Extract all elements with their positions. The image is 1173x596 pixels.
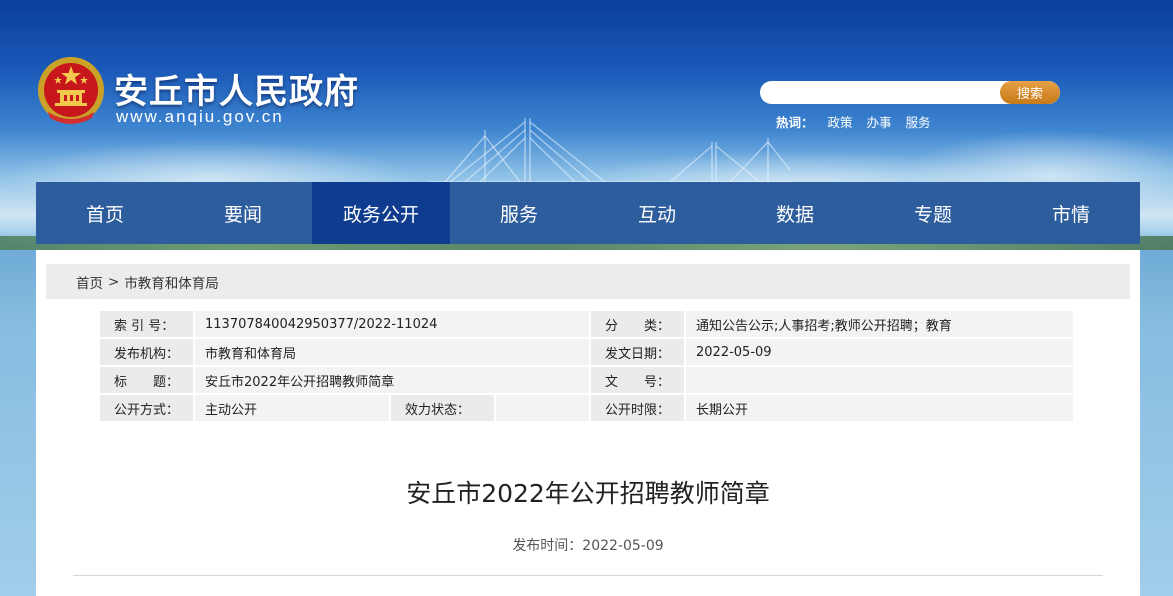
- issue-date-value: 2022-05-09: [686, 339, 1073, 365]
- category-label: 分 类：: [591, 311, 686, 337]
- search-input[interactable]: [770, 81, 1000, 104]
- publisher-label: 发布机构：: [100, 339, 195, 365]
- meta-row: 索 引 号： 113707840042950377/2022-11024 分 类…: [100, 311, 1075, 339]
- main-nav: 首页 要闻 政务公开 服务 互动 数据 专题 市情: [36, 182, 1140, 244]
- nav-item-city-info[interactable]: 市情: [1002, 182, 1140, 244]
- nav-item-gov-affairs[interactable]: 政务公开: [312, 182, 450, 244]
- validity-status-label: 效力状态：: [391, 395, 496, 421]
- meta-row: 发布机构： 市教育和体育局 发文日期： 2022-05-09: [100, 339, 1075, 367]
- article-title: 安丘市2022年公开招聘教师简章: [406, 479, 770, 508]
- hotwords-label: 热词：: [776, 115, 814, 130]
- meta-row: 标 题： 安丘市2022年公开招聘教师简章 文 号：: [100, 367, 1075, 395]
- category-value: 通知公告公示;人事招考;教师公开招聘；教育: [686, 311, 1073, 337]
- open-period-label: 公开时限：: [591, 395, 686, 421]
- breadcrumb: 首页 > 市教育和体育局: [46, 264, 1130, 299]
- hotword-link-service[interactable]: 服务: [906, 112, 931, 131]
- nav-item-topics[interactable]: 专题: [864, 182, 1002, 244]
- site-url: www.anqiu.gov.cn: [116, 107, 284, 126]
- national-emblem-logo: [38, 57, 104, 124]
- title-label: 标 题：: [100, 367, 195, 393]
- open-mode-value: 主动公开: [195, 395, 391, 421]
- open-mode-label: 公开方式：: [100, 395, 195, 421]
- index-number-value: 113707840042950377/2022-11024: [195, 311, 591, 337]
- breadcrumb-home-link[interactable]: 首页: [76, 272, 103, 292]
- hotword-link-policy[interactable]: 政策: [828, 112, 853, 131]
- divider: [73, 575, 1103, 576]
- index-number-label: 索 引 号：: [100, 311, 195, 337]
- hotwords: 热词： 政策 办事 服务: [776, 112, 931, 131]
- nav-item-home[interactable]: 首页: [36, 182, 174, 244]
- issue-date-label: 发文日期：: [591, 339, 686, 365]
- document-metadata-table: 索 引 号： 113707840042950377/2022-11024 分 类…: [100, 311, 1075, 423]
- nav-item-service[interactable]: 服务: [450, 182, 588, 244]
- validity-status-value: [496, 395, 591, 421]
- publish-time: 发布时间：2022-05-09: [512, 538, 664, 554]
- nav-item-interaction[interactable]: 互动: [588, 182, 726, 244]
- bridge-illustration: [430, 118, 790, 185]
- content-panel: 首页 > 市教育和体育局 索 引 号： 113707840042950377/2…: [36, 250, 1140, 596]
- nav-item-data[interactable]: 数据: [726, 182, 864, 244]
- breadcrumb-current-link[interactable]: 市教育和体育局: [124, 272, 219, 292]
- document-number-label: 文 号：: [591, 367, 686, 393]
- site-title: 安丘市人民政府: [114, 72, 359, 112]
- hotword-link-affairs[interactable]: 办事: [867, 112, 892, 131]
- search-bar: 搜索: [760, 81, 1060, 104]
- title-value: 安丘市2022年公开招聘教师简章: [195, 367, 591, 393]
- publisher-value: 市教育和体育局: [195, 339, 591, 365]
- nav-item-news[interactable]: 要闻: [174, 182, 312, 244]
- breadcrumb-separator: >: [108, 273, 120, 290]
- document-number-value: [686, 367, 1073, 393]
- search-button[interactable]: 搜索: [1000, 81, 1060, 104]
- open-period-value: 长期公开: [686, 395, 1073, 421]
- meta-row: 公开方式： 主动公开 效力状态： 公开时限： 长期公开: [100, 395, 1075, 423]
